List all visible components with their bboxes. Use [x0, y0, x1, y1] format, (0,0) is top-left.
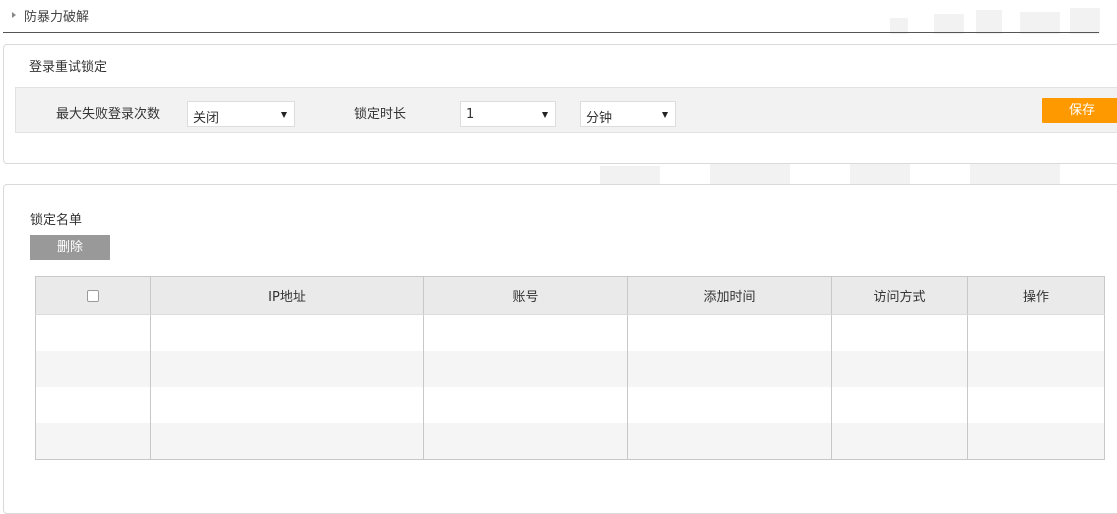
login-retry-title: 登录重试锁定	[29, 60, 108, 75]
background-skyline	[880, 8, 1117, 34]
table-row	[35, 314, 1105, 351]
table-row	[35, 387, 1105, 423]
lock-list-panel: 锁定名单 删除 IP地址 账号 添加时间 访问方式 操作	[3, 184, 1117, 514]
delete-button[interactable]: 删除	[30, 235, 110, 260]
table-header-row: IP地址 账号 添加时间 访问方式 操作	[35, 276, 1105, 315]
caret-right-icon	[12, 12, 16, 18]
table-row	[35, 423, 1105, 460]
select-all-checkbox[interactable]	[87, 289, 99, 302]
max-fail-select[interactable]: 关闭	[187, 101, 295, 127]
max-fail-value: 关闭	[193, 111, 220, 126]
max-fail-label: 最大失败登录次数	[56, 107, 161, 122]
lock-unit-value: 分钟	[586, 111, 613, 126]
column-header-access-method: 访问方式	[831, 276, 968, 315]
column-header-added-time: 添加时间	[627, 276, 832, 315]
dropdown-arrow-icon	[662, 112, 668, 118]
column-header-actions: 操作	[967, 276, 1105, 315]
dropdown-arrow-icon	[281, 112, 287, 118]
lock-duration-select[interactable]: 1	[460, 101, 556, 127]
table-row	[35, 351, 1105, 387]
save-button[interactable]: 保存	[1042, 98, 1117, 123]
dropdown-arrow-icon	[542, 112, 548, 118]
column-header-account: 账号	[423, 276, 628, 315]
select-all-header	[35, 276, 151, 315]
breadcrumb-divider	[3, 32, 1099, 33]
lock-list-title: 锁定名单	[30, 213, 83, 228]
login-retry-panel: 登录重试锁定 最大失败登录次数 关闭 锁定时长 1 分钟 保存	[3, 44, 1117, 164]
lock-unit-select[interactable]: 分钟	[580, 101, 676, 127]
lock-list-table: IP地址 账号 添加时间 访问方式 操作	[35, 276, 1105, 460]
login-retry-form: 最大失败登录次数 关闭 锁定时长 1 分钟 保存	[15, 87, 1117, 133]
column-header-ip: IP地址	[150, 276, 424, 315]
page-title: 防暴力破解	[24, 9, 90, 25]
lock-duration-label: 锁定时长	[354, 107, 407, 122]
breadcrumb: 防暴力破解	[12, 5, 89, 25]
lock-duration-value: 1	[466, 107, 475, 122]
background-skyline-lower	[590, 162, 1117, 184]
